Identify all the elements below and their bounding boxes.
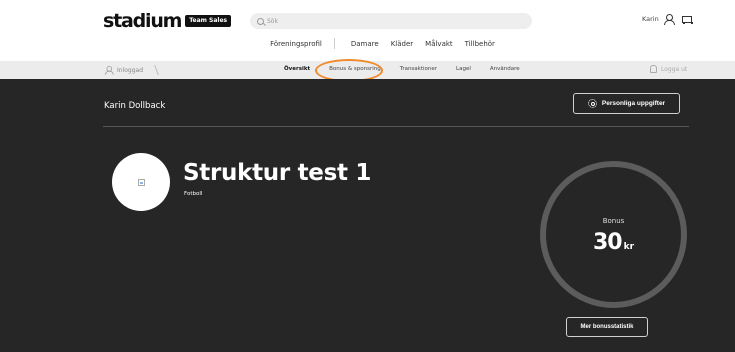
bonus-label: Bonus — [602, 217, 625, 225]
search-input[interactable] — [267, 17, 467, 25]
main-nav: Föreningsprofil Damare Kläder Målvakt Ti… — [0, 38, 735, 49]
search-icon — [257, 17, 264, 25]
bonus-value: 30 — [592, 230, 623, 255]
bonus-amount: 30 kr — [540, 230, 687, 255]
tab-oversikt[interactable]: Översikt — [284, 66, 310, 72]
cart-icon[interactable] — [681, 14, 693, 24]
login-status: Inloggad — [104, 65, 159, 75]
nav-item-klader[interactable]: Kläder — [385, 40, 419, 49]
more-bonus-stats-button[interactable]: Mer bonusstatistik — [566, 317, 648, 337]
tab-lagel[interactable]: Lagel — [456, 66, 471, 72]
lock-icon — [650, 65, 657, 73]
club-sport: Fotboll — [184, 191, 203, 197]
team-sales-badge: Team Sales — [185, 15, 232, 27]
user-icon[interactable] — [663, 14, 675, 25]
gear-icon — [587, 99, 597, 108]
tab-anvandare[interactable]: Användare — [490, 66, 520, 72]
account-tabs: Översikt Bonus & sponsring Transaktioner… — [284, 66, 539, 72]
tab-bonus-sponsring[interactable]: Bonus & sponsring — [329, 66, 381, 72]
breadcrumb-chevron-icon — [149, 65, 159, 75]
nav-item-malvakt[interactable]: Målvakt — [419, 40, 459, 49]
personal-details-label: Personliga uppgifter — [601, 100, 666, 107]
logout-label: Logga ut — [661, 65, 688, 73]
user-area: Karin — [642, 14, 693, 25]
logout-link[interactable]: Logga ut — [650, 65, 687, 73]
nav-item-foreningsprofil[interactable]: Föreningsprofil — [264, 40, 328, 49]
account-subnav: Inloggad Översikt Bonus & sponsring Tran… — [0, 61, 735, 79]
logo-text: stadium — [103, 10, 182, 32]
section-divider — [103, 126, 689, 127]
nav-item-tillbehor[interactable]: Tillbehör — [459, 40, 501, 49]
broken-image-icon — [137, 178, 145, 186]
search-bar[interactable] — [250, 13, 532, 29]
bonus-unit: kr — [623, 242, 635, 252]
club-name: Struktur test 1 — [183, 160, 372, 186]
user-name[interactable]: Karin — [642, 15, 659, 23]
person-icon — [104, 66, 114, 75]
stadium-logo[interactable]: stadium Team Sales — [103, 10, 232, 32]
nav-item-damare[interactable]: Damare — [345, 40, 385, 49]
login-status-label: Inloggad — [117, 66, 144, 74]
account-holder-name: Karin Dollback — [104, 101, 166, 111]
nav-divider — [333, 38, 335, 49]
club-avatar — [112, 153, 170, 211]
site-header: stadium Team Sales Karin Föreningsprofil… — [0, 0, 735, 62]
personal-details-button[interactable]: Personliga uppgifter — [573, 93, 680, 114]
tab-transaktioner[interactable]: Transaktioner — [400, 66, 437, 72]
